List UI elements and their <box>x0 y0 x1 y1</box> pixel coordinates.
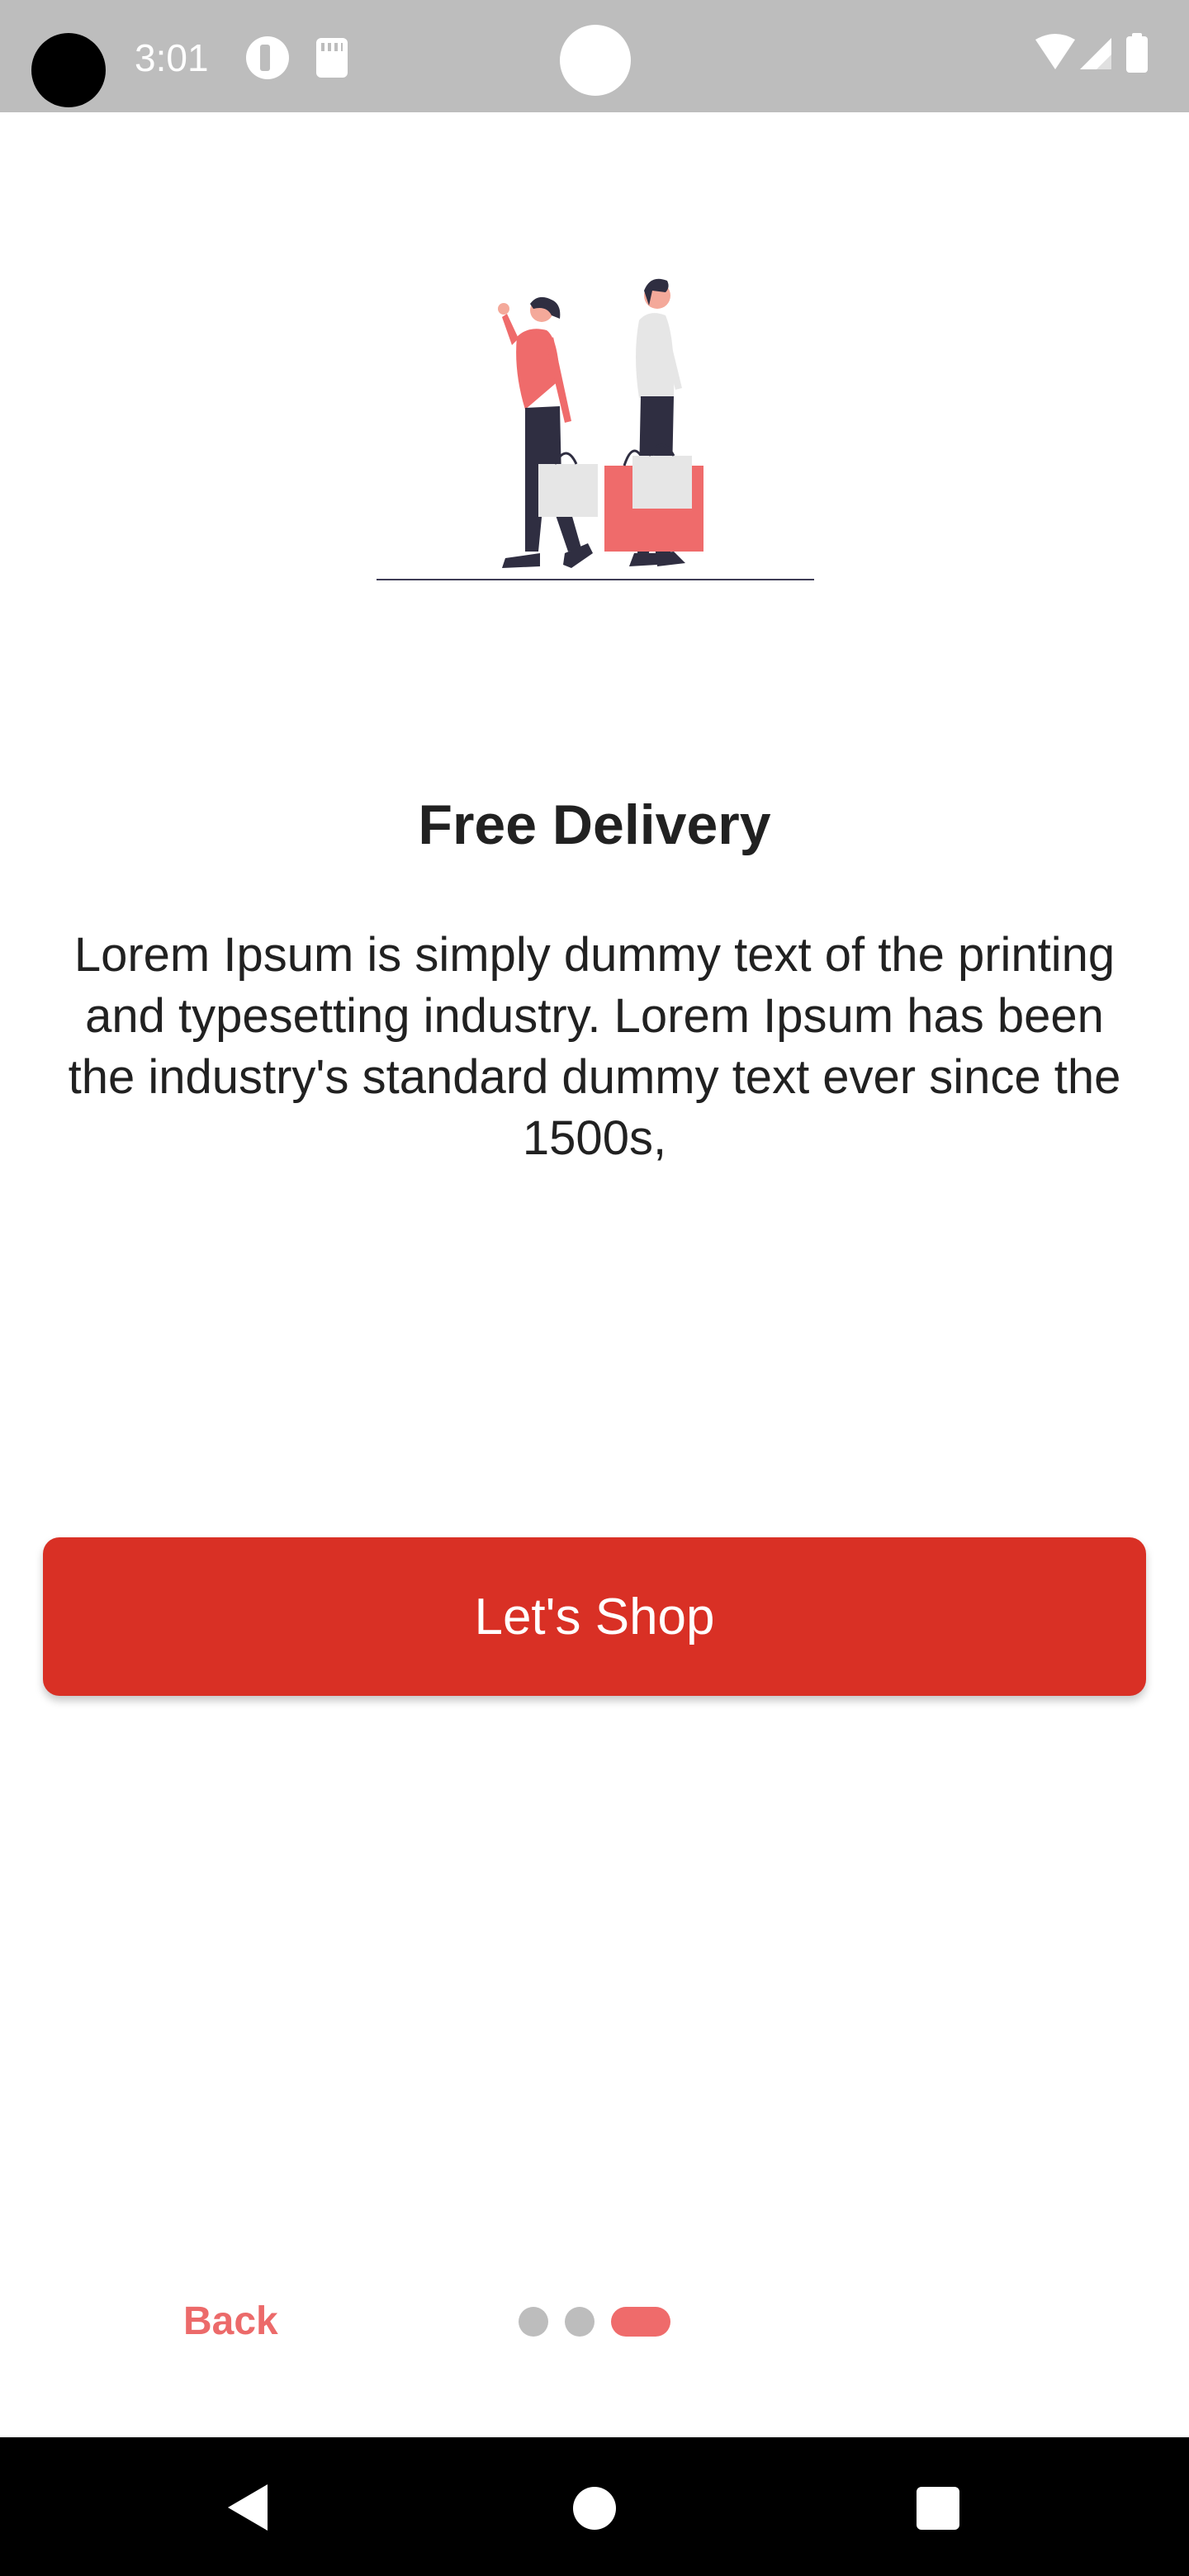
woman-figure-icon <box>498 296 598 568</box>
page-title: Free Delivery <box>418 793 771 856</box>
page-dot-1[interactable] <box>519 2307 548 2337</box>
page-dot-3-active[interactable] <box>611 2307 670 2337</box>
status-bar: 3:01 <box>0 0 1189 112</box>
lets-shop-button[interactable]: Let's Shop <box>43 1537 1146 1696</box>
battery-icon <box>1126 33 1148 73</box>
back-button[interactable]: Back <box>183 2297 278 2346</box>
sd-card-icon <box>316 38 348 78</box>
cellular-signal-icon <box>1080 38 1111 69</box>
description-text: Lorem Ipsum is simply dummy text of the … <box>68 928 1121 1165</box>
home-circle-icon[interactable] <box>573 2487 616 2530</box>
front-camera-icon <box>560 25 631 96</box>
lets-shop-label: Let's Shop <box>474 1588 715 1646</box>
status-time: 3:01 <box>135 36 209 79</box>
wifi-icon <box>1035 34 1075 69</box>
shopping-people-illustration <box>377 272 814 586</box>
notification-app-icon <box>246 36 289 79</box>
recents-square-icon[interactable] <box>917 2487 959 2530</box>
man-figure-icon <box>604 278 703 566</box>
system-nav-bar <box>0 2437 1189 2576</box>
camera-cutout <box>31 33 106 107</box>
back-triangle-icon[interactable] <box>225 2483 271 2536</box>
page-dot-2[interactable] <box>565 2307 594 2337</box>
status-right-icons <box>1035 33 1168 79</box>
